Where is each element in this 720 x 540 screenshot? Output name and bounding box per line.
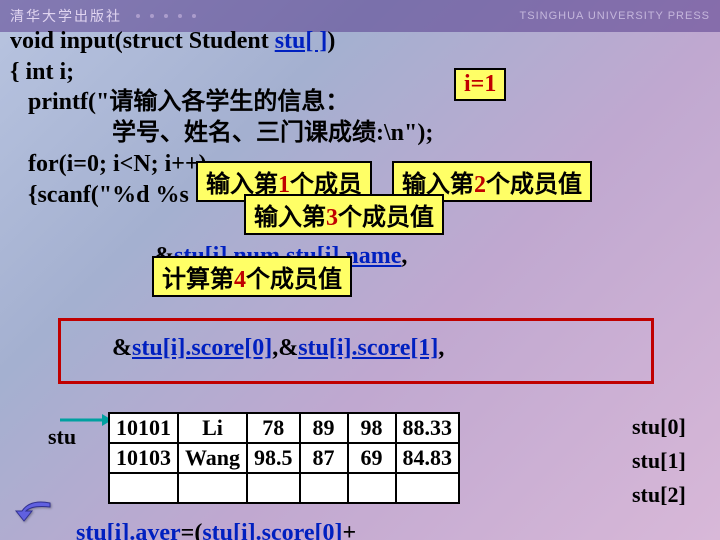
publisher-name-en: TSINGHUA UNIVERSITY PRESS [520, 10, 710, 22]
cell-num: 10101 [109, 413, 178, 443]
t: 输入第 [254, 205, 326, 231]
publisher-name: 清华大学出版社 [10, 6, 122, 26]
decorative-dots [136, 14, 196, 18]
n: 4 [234, 267, 246, 293]
stu-aver: stu[i].aver [76, 520, 181, 540]
stu-data-table: 10101 Li 78 89 98 88.33 10103 Wang 98.5 … [108, 412, 460, 504]
back-button[interactable] [10, 497, 54, 534]
cell-s1: 87 [300, 443, 348, 473]
cell-empty [178, 473, 247, 503]
slide-content: void input(struct Student stu[ ]) { int … [4, 26, 716, 536]
cell-s0: 78 [247, 413, 300, 443]
cell-aver: 84.83 [396, 443, 460, 473]
callout-i-value: i=1 [454, 68, 506, 101]
back-arrow-icon [10, 497, 54, 527]
table-row: 10103 Wang 98.5 87 69 84.83 [109, 443, 459, 473]
cell-s0: 98.5 [247, 443, 300, 473]
t: void input(struct Student [10, 28, 275, 54]
t: 计算第 [162, 267, 234, 293]
table-row [109, 473, 459, 503]
callout-member4: 计算第4个成员值 [152, 256, 352, 297]
t: 个成员值 [246, 267, 342, 293]
code-line: { int i; [10, 57, 710, 88]
t: + [343, 520, 357, 540]
stu-array-label: stu [48, 424, 76, 450]
n: 3 [326, 205, 338, 231]
t: 个成员值 [338, 205, 434, 231]
t: , [401, 243, 407, 269]
cell-name: Li [178, 413, 247, 443]
t: ) [327, 28, 335, 54]
table-row: 10101 Li 78 89 98 88.33 [109, 413, 459, 443]
t: 个成员值 [486, 172, 582, 198]
cell-aver: 88.33 [396, 413, 460, 443]
cell-empty [396, 473, 460, 503]
cell-name: Wang [178, 443, 247, 473]
cell-empty [300, 473, 348, 503]
cell-empty [348, 473, 396, 503]
cell-s2: 69 [348, 443, 396, 473]
cell-num: 10103 [109, 443, 178, 473]
cell-s1: 89 [300, 413, 348, 443]
n: 2 [474, 172, 486, 198]
i-value-text: i=1 [464, 71, 496, 97]
stu-score0b: stu[i].score[0] [202, 520, 342, 540]
cell-empty [247, 473, 300, 503]
highlight-aver-calc [58, 318, 654, 384]
t: =( [181, 520, 203, 540]
row-label-2: stu[2] [632, 482, 686, 508]
param-stu: stu[ ] [275, 28, 328, 54]
callout-member3: 输入第3个成员值 [244, 194, 444, 235]
code-line: 学号、姓名、三门课成绩:\n"); [10, 118, 710, 149]
cell-empty [109, 473, 178, 503]
row-label-1: stu[1] [632, 448, 686, 474]
row-label-0: stu[0] [632, 414, 686, 440]
code-line: void input(struct Student stu[ ]) [10, 26, 710, 57]
cell-s2: 98 [348, 413, 396, 443]
code-line: printf("请输入各学生的信息： [10, 87, 710, 118]
